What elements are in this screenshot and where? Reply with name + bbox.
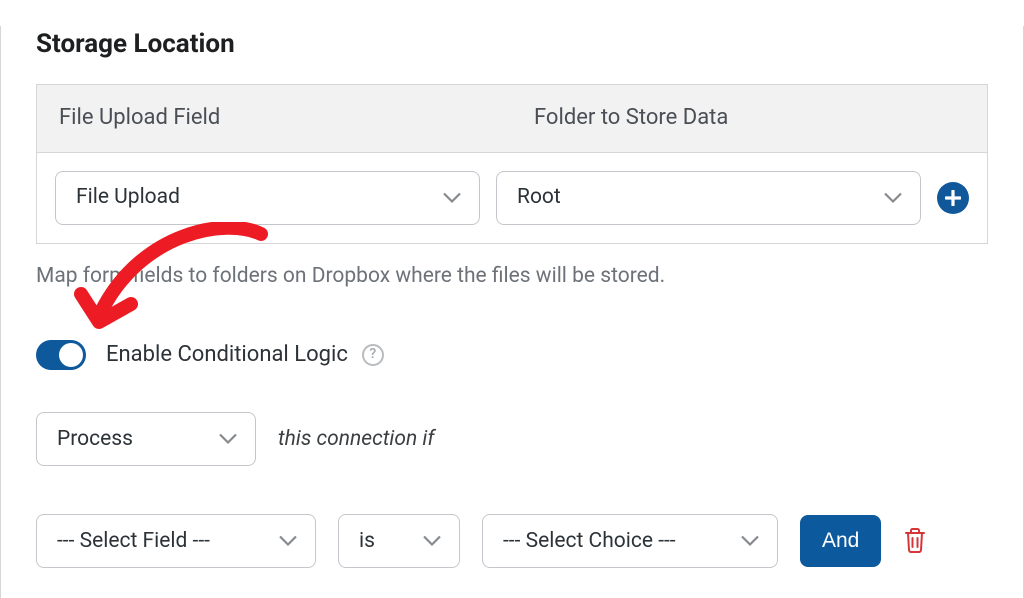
file-upload-field-select[interactable]: File Upload: [55, 171, 480, 225]
add-row-button[interactable]: [937, 182, 969, 214]
folder-select[interactable]: Root: [496, 171, 921, 225]
help-icon[interactable]: ?: [362, 344, 384, 366]
chevron-down-icon: [741, 536, 759, 547]
section-title: Storage Location: [36, 26, 988, 62]
conditional-logic-toggle[interactable]: [36, 340, 86, 370]
rule-operator-select[interactable]: is: [338, 514, 460, 568]
delete-rule-button[interactable]: [903, 527, 929, 555]
file-upload-field-value: File Upload: [76, 183, 180, 212]
folder-select-wrap: Root: [496, 171, 921, 225]
storage-location-panel: Storage Location File Upload Field Folde…: [0, 26, 1024, 598]
header-folder-to-store: Folder to Store Data: [512, 85, 987, 152]
conditional-action-select[interactable]: Process: [36, 412, 256, 466]
and-button[interactable]: And: [800, 515, 881, 567]
rule-field-select[interactable]: --- Select Field ---: [36, 514, 316, 568]
folder-value: Root: [517, 183, 561, 212]
conditional-sentence-suffix: this connection if: [278, 425, 434, 454]
header-file-upload-field: File Upload Field: [37, 85, 512, 152]
rule-operator-value: is: [359, 527, 375, 556]
chevron-down-icon: [279, 536, 297, 547]
map-table-header: File Upload Field Folder to Store Data: [37, 85, 987, 153]
chevron-down-icon: [443, 193, 461, 204]
conditional-logic-toggle-row: Enable Conditional Logic ?: [36, 340, 988, 371]
map-table-row: File Upload Root: [37, 153, 987, 243]
toggle-knob: [59, 343, 83, 367]
rule-choice-value: --- Select Choice ---: [503, 527, 676, 556]
conditional-action-value: Process: [57, 425, 133, 454]
trash-icon: [903, 527, 929, 553]
field-folder-map-table: File Upload Field Folder to Store Data F…: [36, 84, 988, 244]
chevron-down-icon: [219, 434, 237, 445]
chevron-down-icon: [884, 193, 902, 204]
rule-choice-select[interactable]: --- Select Choice ---: [482, 514, 778, 568]
chevron-down-icon: [423, 536, 441, 547]
plus-icon: [945, 190, 961, 206]
conditional-rule-row: --- Select Field --- is --- Select Choic…: [36, 514, 988, 568]
rule-field-value: --- Select Field ---: [57, 527, 210, 556]
conditional-logic-label: Enable Conditional Logic: [106, 340, 348, 371]
conditional-action-row: Process this connection if: [36, 412, 988, 466]
file-upload-field-select-wrap: File Upload: [55, 171, 480, 225]
storage-help-text: Map form fields to folders on Dropbox wh…: [36, 262, 988, 291]
